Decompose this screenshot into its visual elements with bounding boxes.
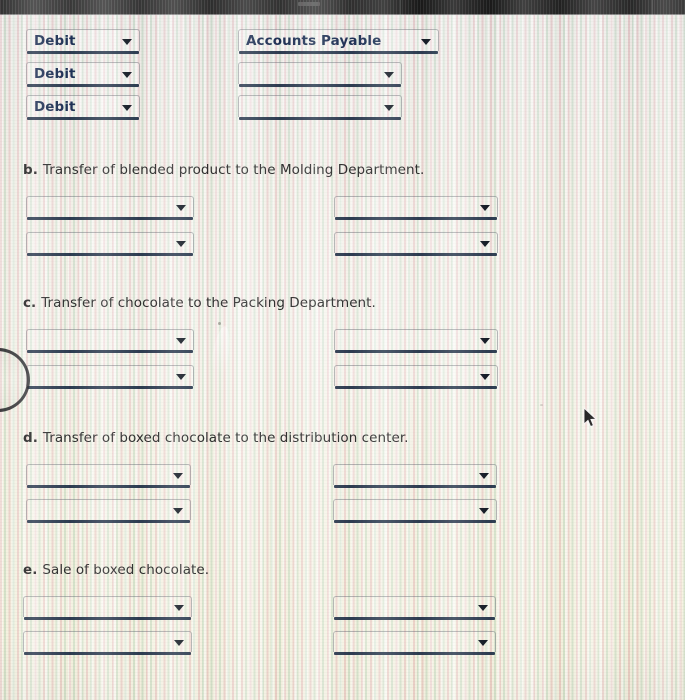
- chevron-down-icon: [176, 338, 186, 344]
- bezel-edge-highlight: [0, 14, 685, 16]
- chevron-down-icon: [173, 508, 183, 514]
- section-e-heading: e. Sale of boxed chocolate.: [23, 562, 209, 578]
- section-a-row-3-left-value: Debit: [34, 98, 76, 115]
- section-a-row-3-left-select[interactable]: Debit: [26, 95, 140, 120]
- section-b-title: Transfer of blended product to the Moldi…: [42, 162, 425, 178]
- section-e-row-1-right-select[interactable]: [333, 596, 496, 620]
- chevron-down-icon: [480, 205, 490, 211]
- chevron-down-icon: [122, 38, 132, 45]
- section-b-row-2-right-select[interactable]: [334, 232, 498, 256]
- section-e-letter: e.: [23, 562, 38, 578]
- section-a-row-2-right-select[interactable]: [238, 62, 402, 87]
- section-d-letter: d.: [23, 430, 38, 446]
- section-a-row-2-left-value: Debit: [34, 65, 76, 82]
- section-d-heading: d. Transfer of boxed chocolate to the dis…: [23, 430, 409, 446]
- chevron-down-icon: [174, 640, 184, 646]
- chevron-down-icon: [479, 473, 489, 479]
- section-a-row-1-right-value: Accounts Payable: [246, 32, 382, 49]
- chevron-down-icon: [384, 104, 394, 111]
- bezel-seam: [400, 0, 401, 15]
- chevron-down-icon: [122, 71, 132, 78]
- section-e-row-1-left-select[interactable]: [23, 596, 192, 620]
- chevron-down-icon: [480, 374, 490, 380]
- chevron-down-icon: [478, 640, 488, 646]
- chevron-down-icon: [176, 241, 186, 247]
- bezel-highlight: [298, 2, 320, 6]
- chevron-down-icon: [176, 205, 186, 211]
- chevron-down-icon: [421, 38, 431, 45]
- section-a-row-3-right-select[interactable]: [238, 95, 402, 120]
- section-a-row-1-right-select[interactable]: Accounts Payable: [238, 29, 439, 54]
- section-c-title: Transfer of chocolate to the Packing Dep…: [41, 295, 376, 311]
- section-d-title: Transfer of boxed chocolate to the distr…: [42, 430, 409, 446]
- section-a-row-1-left-select[interactable]: Debit: [26, 29, 140, 54]
- section-d-row-2-left-select[interactable]: [26, 499, 191, 523]
- device-bezel-band: [0, 0, 685, 15]
- chevron-down-icon: [176, 374, 186, 380]
- chevron-down-icon: [478, 605, 488, 611]
- section-c-row-2-right-select[interactable]: [334, 365, 498, 389]
- bezel-seam: [652, 0, 653, 15]
- section-d-row-1-right-select[interactable]: [333, 464, 497, 488]
- section-c-row-2-left-select[interactable]: [26, 365, 194, 389]
- section-c-row-1-right-select[interactable]: [334, 329, 498, 353]
- chevron-down-icon: [173, 473, 183, 479]
- section-c-letter: c.: [23, 295, 37, 311]
- section-b-heading: b. Transfer of blended product to the Mol…: [23, 162, 424, 178]
- chevron-down-icon: [480, 338, 490, 344]
- chevron-down-icon: [174, 605, 184, 611]
- section-a-row-2-left-select[interactable]: Debit: [26, 62, 140, 87]
- chevron-down-icon: [480, 241, 490, 247]
- section-b-letter: b.: [23, 162, 38, 178]
- section-b-row-1-left-select[interactable]: [26, 196, 194, 220]
- section-a-row-1-left-value: Debit: [34, 32, 76, 49]
- screenshot-canvas: Debit Accounts Payable Debit Debit b. Tra…: [0, 0, 685, 700]
- section-c-row-1-left-select[interactable]: [26, 329, 194, 353]
- section-b-row-2-left-select[interactable]: [26, 232, 194, 256]
- section-c-heading: c. Transfer of chocolate to the Packing D…: [23, 295, 376, 311]
- bezel-texture: [0, 0, 685, 15]
- chevron-down-icon: [384, 71, 394, 78]
- section-e-title: Sale of boxed chocolate.: [42, 562, 210, 578]
- section-b-row-1-right-select[interactable]: [334, 196, 498, 220]
- chevron-down-icon: [479, 508, 489, 514]
- section-e-row-2-left-select[interactable]: [23, 631, 192, 655]
- chevron-down-icon: [122, 104, 132, 111]
- section-e-row-2-right-select[interactable]: [333, 631, 496, 655]
- section-d-row-1-left-select[interactable]: [26, 464, 191, 488]
- section-d-row-2-right-select[interactable]: [333, 499, 497, 523]
